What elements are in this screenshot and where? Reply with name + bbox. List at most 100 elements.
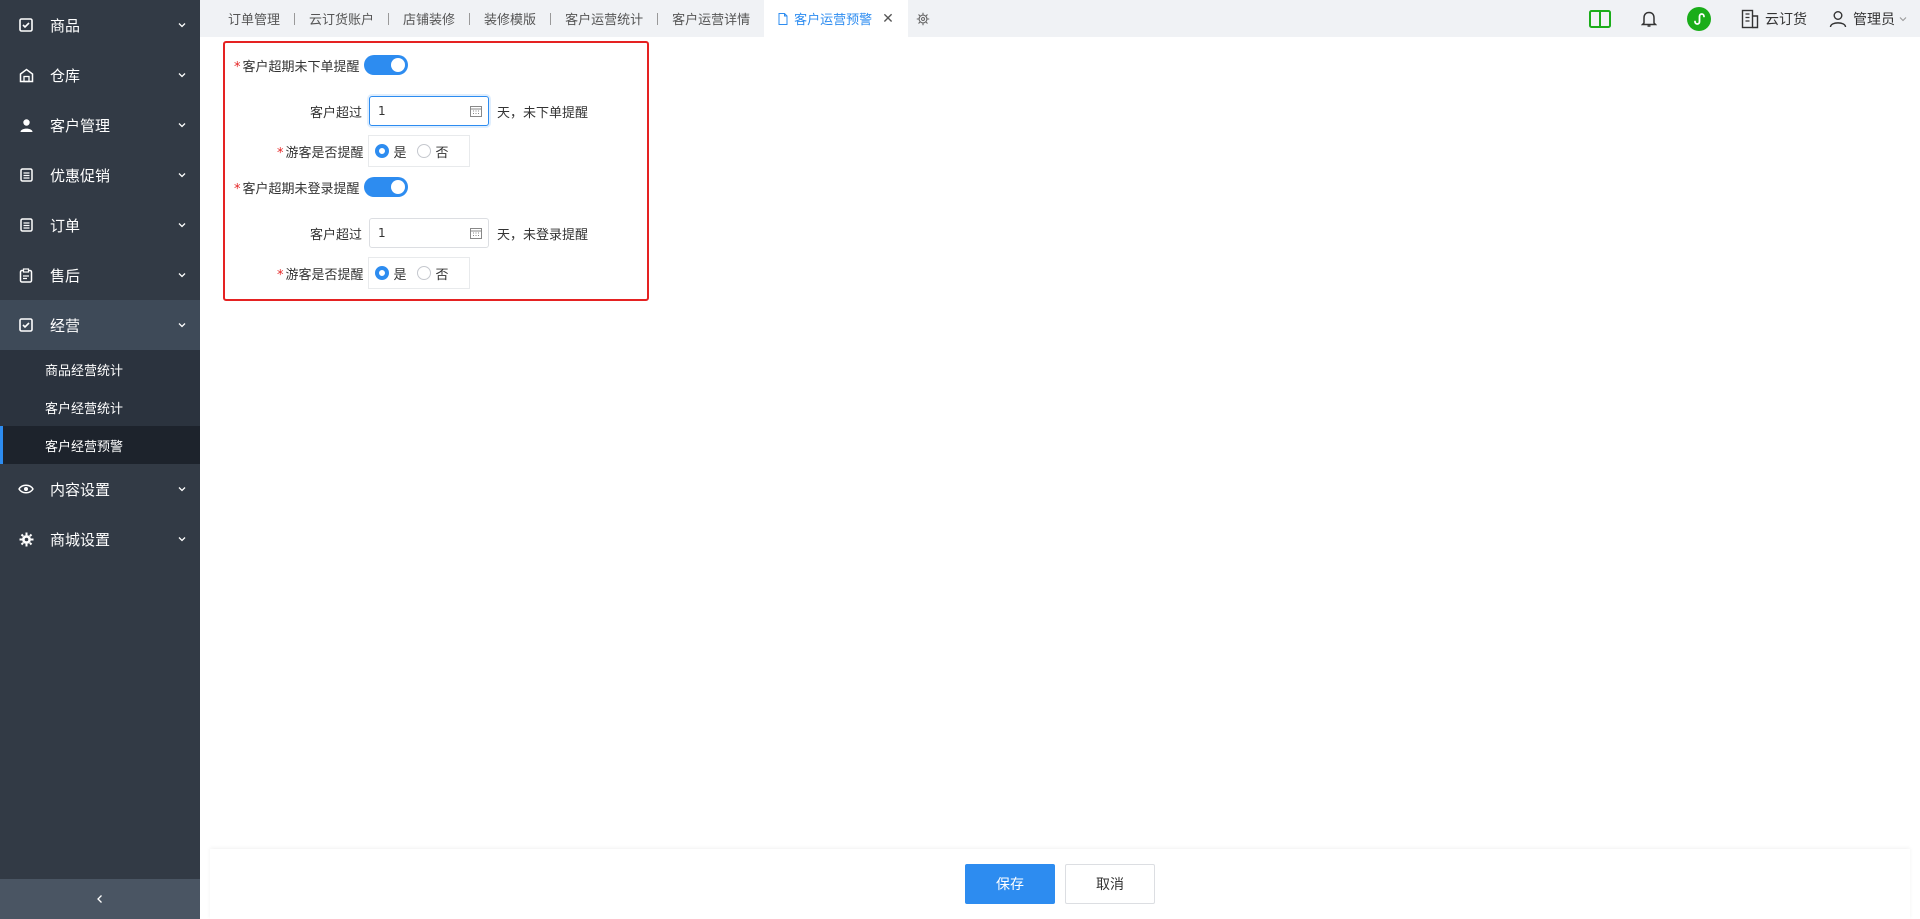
sidebar-item-label: 内容设置 <box>50 480 111 499</box>
tab-settings-gear-icon[interactable] <box>916 12 930 26</box>
guest-label-wrap: * 游客是否提醒 <box>277 264 364 283</box>
order-days-row: 客户超过 1 天，未下单提醒 <box>310 96 588 126</box>
sidebar-item-label: 仓库 <box>50 66 81 85</box>
tab-store-decoration[interactable]: 店铺装修 <box>389 0 469 37</box>
login-days-row: 客户超过 1 天，未登录提醒 <box>310 218 588 248</box>
sidebar-item-warehouse[interactable]: 仓库 <box>0 50 200 100</box>
order-reminder-switch[interactable] <box>363 55 408 75</box>
login-days-suffix: 天，未登录提醒 <box>497 227 589 243</box>
building-icon <box>1741 9 1759 28</box>
login-reminder-switch[interactable] <box>363 177 408 197</box>
chevron-down-icon <box>1899 16 1907 21</box>
radio-dot <box>374 266 389 280</box>
login-days-value: 1 <box>378 226 386 240</box>
radio-no[interactable]: 否 <box>416 264 449 283</box>
gear-icon <box>18 531 34 547</box>
sidebar-item-label: 售后 <box>50 266 81 285</box>
chevron-down-icon <box>178 323 186 328</box>
order-guest-row: * 游客是否提醒 是 否 <box>277 135 470 167</box>
chevron-left-icon <box>97 895 102 903</box>
close-icon[interactable]: ✕ <box>882 11 894 27</box>
radio-dot <box>416 266 431 280</box>
clipboard-icon <box>18 267 34 283</box>
login-switch-row: * 客户超期未登录提醒 <box>234 177 408 197</box>
chevron-down-icon <box>178 23 186 28</box>
notification-button[interactable] <box>1641 10 1657 28</box>
tab-cloud-account[interactable]: 云订货账户 <box>295 0 388 37</box>
chevron-down-icon <box>178 223 186 228</box>
book-icon <box>1589 9 1611 28</box>
tab-decoration-template[interactable]: 装修模版 <box>470 0 550 37</box>
help-book-button[interactable] <box>1589 9 1611 29</box>
radio-no[interactable]: 否 <box>416 142 449 161</box>
login-days-input[interactable]: 1 <box>369 218 490 248</box>
sidebar-item-mall-settings[interactable]: 商城设置 <box>0 514 200 564</box>
login-switch-label-wrap: * 客户超期未登录提醒 <box>234 178 360 197</box>
mini-program-icon <box>1687 6 1711 31</box>
exceed-label: 客户超过 <box>310 227 363 243</box>
calendar-icon <box>470 228 483 239</box>
order-guest-radio-group: 是 否 <box>367 135 470 167</box>
login-guest-row: * 游客是否提醒 是 否 <box>277 257 470 289</box>
list-icon <box>18 167 34 183</box>
sidebar-item-operations[interactable]: 经营 <box>0 300 200 350</box>
sidebar-item-label: 订单 <box>50 216 81 235</box>
tab-customer-stats[interactable]: 客户运营统计 <box>551 0 657 37</box>
user-icon <box>18 117 34 133</box>
radio-label: 否 <box>435 145 449 161</box>
order-days-suffix: 天，未下单提醒 <box>497 105 589 121</box>
user-menu[interactable]: 管理员 <box>1829 9 1908 29</box>
eye-icon <box>18 481 34 497</box>
sidebar-item-products[interactable]: 商品 <box>0 0 200 50</box>
sidebar-subitem-customer-stats[interactable]: 客户经营统计 <box>0 388 200 426</box>
sidebar-item-label: 优惠促销 <box>50 166 111 185</box>
exceed-label: 客户超过 <box>310 105 363 121</box>
chevron-down-icon <box>178 537 186 542</box>
bell-icon <box>1641 11 1657 27</box>
order-days-input[interactable]: 1 <box>369 96 490 126</box>
sidebar-item-orders[interactable]: 订单 <box>0 200 200 250</box>
radio-yes[interactable]: 是 <box>374 142 407 161</box>
list-icon <box>18 217 34 233</box>
guest-label-wrap: * 游客是否提醒 <box>277 142 364 161</box>
sidebar-item-content-settings[interactable]: 内容设置 <box>0 464 200 514</box>
check-square-icon <box>18 17 34 33</box>
radio-label: 否 <box>435 267 449 283</box>
login-switch-label: 客户超期未登录提醒 <box>242 181 360 197</box>
cancel-button[interactable]: 取消 <box>1065 864 1155 904</box>
header-actions: 云订货 管理员 <box>1589 0 1920 37</box>
sidebar-item-label: 客户管理 <box>50 116 111 135</box>
document-icon <box>778 12 788 25</box>
order-switch-row: * 客户超期未下单提醒 <box>234 55 408 75</box>
check-square-icon <box>18 317 34 333</box>
radio-yes[interactable]: 是 <box>374 264 407 283</box>
org-switcher[interactable]: 云订货 <box>1741 9 1807 29</box>
required-mark: * <box>234 181 241 197</box>
user-icon <box>1829 10 1847 27</box>
chevron-down-icon <box>178 173 186 178</box>
tab-order-management[interactable]: 订单管理 <box>214 0 294 37</box>
required-mark: * <box>277 267 284 283</box>
sidebar-item-promotions[interactable]: 优惠促销 <box>0 150 200 200</box>
sidebar-item-customers[interactable]: 客户管理 <box>0 100 200 150</box>
required-mark: * <box>234 59 241 75</box>
save-button[interactable]: 保存 <box>965 864 1055 904</box>
sidebar-subitem-product-stats[interactable]: 商品经营统计 <box>0 350 200 388</box>
sidebar-item-label: 经营 <box>50 316 81 335</box>
tab-customer-warning[interactable]: 客户运营预警 ✕ <box>764 0 908 37</box>
login-guest-radio-group: 是 否 <box>367 257 470 289</box>
mini-program-button[interactable] <box>1687 6 1711 31</box>
sidebar-item-label: 商品 <box>50 16 81 35</box>
chevron-down-icon <box>178 487 186 492</box>
sidebar-subitem-customer-warning[interactable]: 客户经营预警 <box>0 426 200 464</box>
order-switch-label: 客户超期未下单提醒 <box>242 59 360 75</box>
tab-bar: 订单管理 云订货账户 店铺装修 装修模版 客户运营统计 客户运营详情 客户运营预… <box>200 0 1920 37</box>
org-name: 云订货 <box>1765 11 1807 28</box>
tab-customer-details[interactable]: 客户运营详情 <box>658 0 764 37</box>
sidebar-item-after-sales[interactable]: 售后 <box>0 250 200 300</box>
sidebar-collapse-button[interactable] <box>0 879 200 919</box>
order-days-value: 1 <box>378 104 386 118</box>
chevron-down-icon <box>178 73 186 78</box>
sidebar: 商品 仓库 客户管理 优惠促销 订单 售后 经营 商品经营统计 客户经营统计 客… <box>0 0 200 919</box>
calendar-icon <box>470 106 483 117</box>
